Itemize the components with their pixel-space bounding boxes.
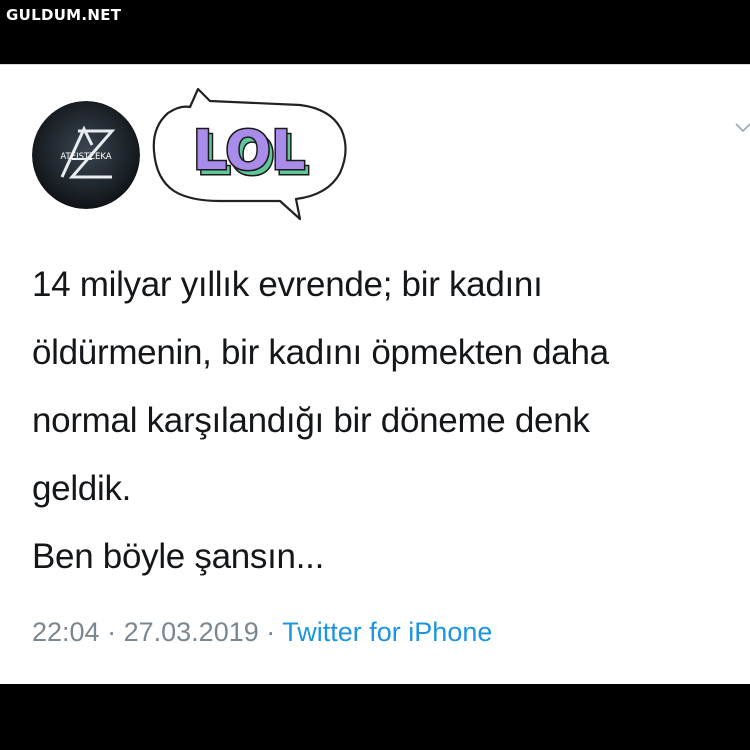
tweet-time[interactable]: 22:04 bbox=[32, 617, 100, 647]
tweet-meta: 22:04 · 27.03.2019 · Twitter for iPhone bbox=[32, 617, 492, 648]
tweet-text: 14 milyar yıllık evrende; bir kadını öld… bbox=[32, 251, 742, 591]
speech-bubble-icon: LOL LOL bbox=[152, 87, 347, 221]
tweet-line: normal karşılandığı bir döneme denk bbox=[32, 401, 590, 440]
site-watermark: GULDUM.NET bbox=[6, 6, 122, 24]
top-black-bar: GULDUM.NET bbox=[0, 0, 750, 62]
tweet-line: 14 milyar yıllık evrende; bir kadını bbox=[32, 265, 543, 304]
tweet-card: ATEISTZEKA LOL LOL 14 milyar yıllık evre… bbox=[0, 64, 750, 685]
meta-separator: · bbox=[266, 617, 276, 647]
avatar[interactable]: ATEISTZEKA bbox=[32, 101, 140, 209]
tweet-line: Ben böyle şansın... bbox=[32, 537, 324, 576]
chevron-down-icon[interactable] bbox=[734, 121, 750, 133]
lol-sticker: LOL LOL bbox=[150, 87, 350, 227]
meta-separator: · bbox=[107, 617, 117, 647]
bottom-black-bar bbox=[0, 684, 750, 750]
tweet-date[interactable]: 27.03.2019 bbox=[124, 617, 259, 647]
tweet-source-link[interactable]: Twitter for iPhone bbox=[282, 617, 492, 647]
tweet-line: öldürmenin, bir kadını öpmekten daha bbox=[32, 333, 609, 372]
sticker-text: LOL bbox=[193, 119, 306, 182]
tweet-line: geldik. bbox=[32, 469, 132, 508]
az-logo-icon: ATEISTZEKA bbox=[32, 101, 140, 209]
avatar-text: ATEISTZEKA bbox=[60, 152, 111, 162]
